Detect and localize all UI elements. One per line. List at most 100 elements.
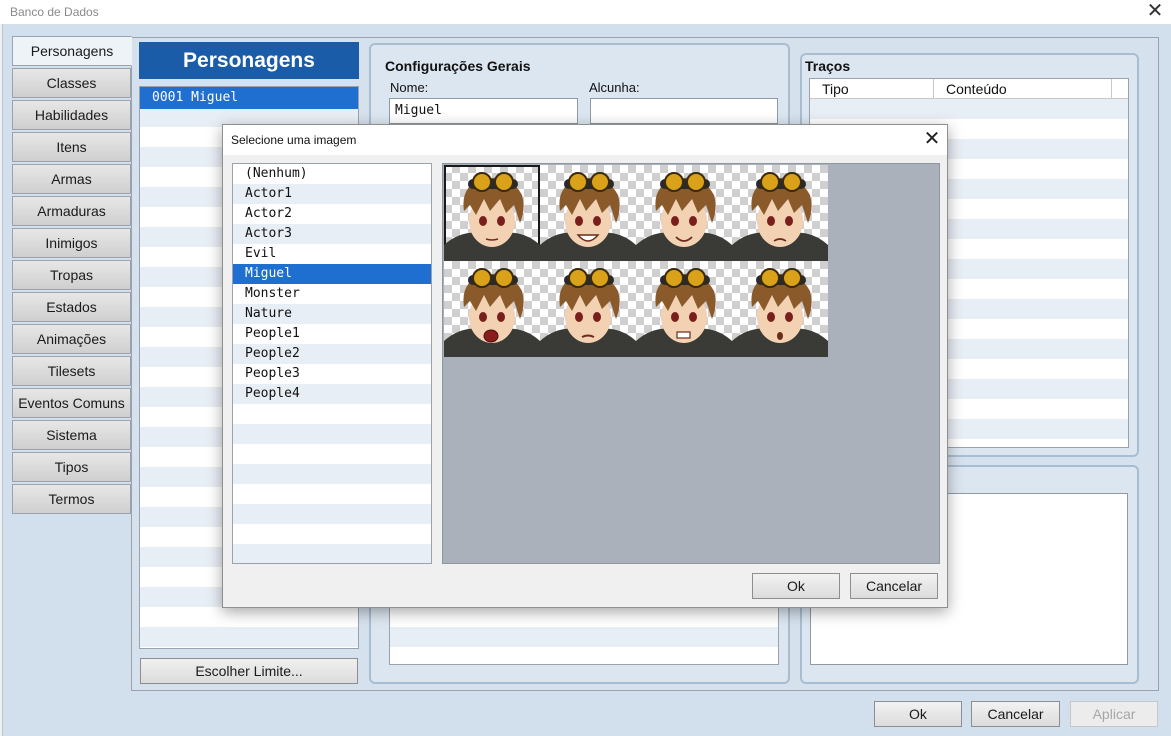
face-image[interactable] (732, 165, 828, 261)
tab-label: Inimigos (45, 235, 98, 251)
image-select-dialog: Selecione uma imagem ✕ (Nenhum) Actor1 A… (222, 124, 948, 608)
tab-estados[interactable]: Estados (12, 292, 131, 322)
tab-sistema[interactable]: Sistema (12, 420, 131, 450)
face-portrait (636, 172, 732, 261)
goggle-lens-left (472, 268, 492, 288)
face-image[interactable] (444, 261, 540, 357)
goggle-lens-right (494, 172, 514, 192)
nickname-field[interactable] (590, 98, 778, 124)
face-portrait (732, 268, 828, 357)
tab-label: Habilidades (34, 107, 109, 123)
dialog-close-icon[interactable]: ✕ (917, 127, 947, 153)
name-label: Nome: (390, 80, 429, 95)
folder-item[interactable]: People2 (233, 344, 431, 364)
dialog-ok-button[interactable]: Ok (752, 573, 840, 599)
eye-right (497, 216, 505, 226)
dialog-cancel-button[interactable]: Cancelar (850, 573, 938, 599)
goggle-lens-left (472, 172, 492, 192)
folder-item[interactable]: People4 (233, 384, 431, 404)
tab-armaduras[interactable]: Armaduras (12, 196, 131, 226)
folder-item[interactable]: Monster (233, 284, 431, 304)
tab-label: Armaduras (37, 203, 106, 219)
tab-label: Eventos Comuns (18, 395, 125, 411)
folder-item[interactable]: Actor1 (233, 184, 431, 204)
ok-button[interactable]: Ok (874, 701, 962, 727)
general-settings-title: Configurações Gerais (385, 58, 531, 74)
goggle-lens-left (760, 172, 780, 192)
tab-label: Itens (56, 139, 87, 155)
cancel-button[interactable]: Cancelar (971, 701, 1060, 727)
folder-item[interactable]: Evil (233, 244, 431, 264)
goggle-lens-right (590, 172, 610, 192)
goggle-lens-right (686, 172, 706, 192)
face-portrait (540, 172, 636, 261)
column-header-content[interactable]: Conteúdo (934, 79, 1112, 99)
eye-right (785, 312, 793, 322)
folder-item[interactable]: Actor3 (233, 224, 431, 244)
face-image[interactable] (636, 165, 732, 261)
image-folder-list[interactable]: (Nenhum) Actor1 Actor2 Actor3 Evil Migue… (232, 163, 432, 564)
goggle-lens-right (686, 268, 706, 288)
face-portrait (732, 172, 828, 261)
eye-left (671, 216, 679, 226)
actor-list-item[interactable]: 0001 Miguel (140, 87, 358, 109)
dialog-title: Selecione uma imagem (231, 133, 357, 147)
tab-label: Armas (51, 171, 92, 187)
eye-right (689, 312, 697, 322)
tab-label: Tipos (54, 459, 89, 475)
tab-inimigos[interactable]: Inimigos (12, 228, 131, 258)
eye-left (479, 312, 487, 322)
column-header-type[interactable]: Tipo (810, 79, 934, 99)
eye-right (593, 216, 601, 226)
tab-label: Animações (36, 331, 107, 347)
face-image[interactable] (636, 261, 732, 357)
folder-item[interactable]: Actor2 (233, 204, 431, 224)
tab-label: Sistema (46, 427, 97, 443)
face-portrait (540, 268, 636, 357)
face-portrait (636, 268, 732, 357)
folder-item[interactable]: Nature (233, 304, 431, 324)
face-image[interactable] (540, 261, 636, 357)
tab-label: Estados (46, 299, 97, 315)
name-field[interactable]: Miguel (389, 98, 578, 124)
eye-left (575, 312, 583, 322)
folder-item[interactable]: People3 (233, 364, 431, 384)
window-title: Banco de Dados (10, 5, 99, 19)
apply-button[interactable]: Aplicar (1070, 701, 1158, 727)
face-image-grid (442, 163, 940, 564)
tab-itens[interactable]: Itens (12, 132, 131, 162)
tab-animacoes[interactable]: Animações (12, 324, 131, 354)
tab-label: Personagens (30, 43, 114, 59)
equipment-list[interactable] (389, 606, 779, 665)
eye-right (593, 312, 601, 322)
folder-item-selected[interactable]: Miguel (233, 264, 431, 284)
nickname-label: Alcunha: (589, 80, 640, 95)
tab-habilidades[interactable]: Habilidades (12, 100, 131, 130)
eye-left (575, 216, 583, 226)
tab-personagens[interactable]: Personagens (12, 36, 132, 66)
window-close-icon[interactable]: ✕ (1140, 0, 1170, 24)
tab-tilesets[interactable]: Tilesets (12, 356, 131, 386)
face-image[interactable] (540, 165, 636, 261)
tab-label: Termos (48, 491, 95, 507)
eye-right (785, 216, 793, 226)
folder-item[interactable]: (Nenhum) (233, 164, 431, 184)
eye-left (479, 216, 487, 226)
face-portrait (444, 268, 540, 357)
tab-tipos[interactable]: Tipos (12, 452, 131, 482)
tab-label: Tropas (49, 267, 94, 283)
tab-tropas[interactable]: Tropas (12, 260, 131, 290)
goggle-lens-left (568, 172, 588, 192)
tab-armas[interactable]: Armas (12, 164, 131, 194)
tab-eventos-comuns[interactable]: Eventos Comuns (12, 388, 131, 418)
tab-classes[interactable]: Classes (12, 68, 131, 98)
tab-termos[interactable]: Termos (12, 484, 131, 514)
tab-label: Tilesets (47, 363, 96, 379)
change-max-button[interactable]: Escolher Limite... (140, 658, 358, 684)
goggle-lens-left (664, 172, 684, 192)
folder-item[interactable]: People1 (233, 324, 431, 344)
eye-left (671, 312, 679, 322)
face-image[interactable] (444, 165, 540, 261)
face-image[interactable] (732, 261, 828, 357)
face-portrait (444, 172, 540, 261)
